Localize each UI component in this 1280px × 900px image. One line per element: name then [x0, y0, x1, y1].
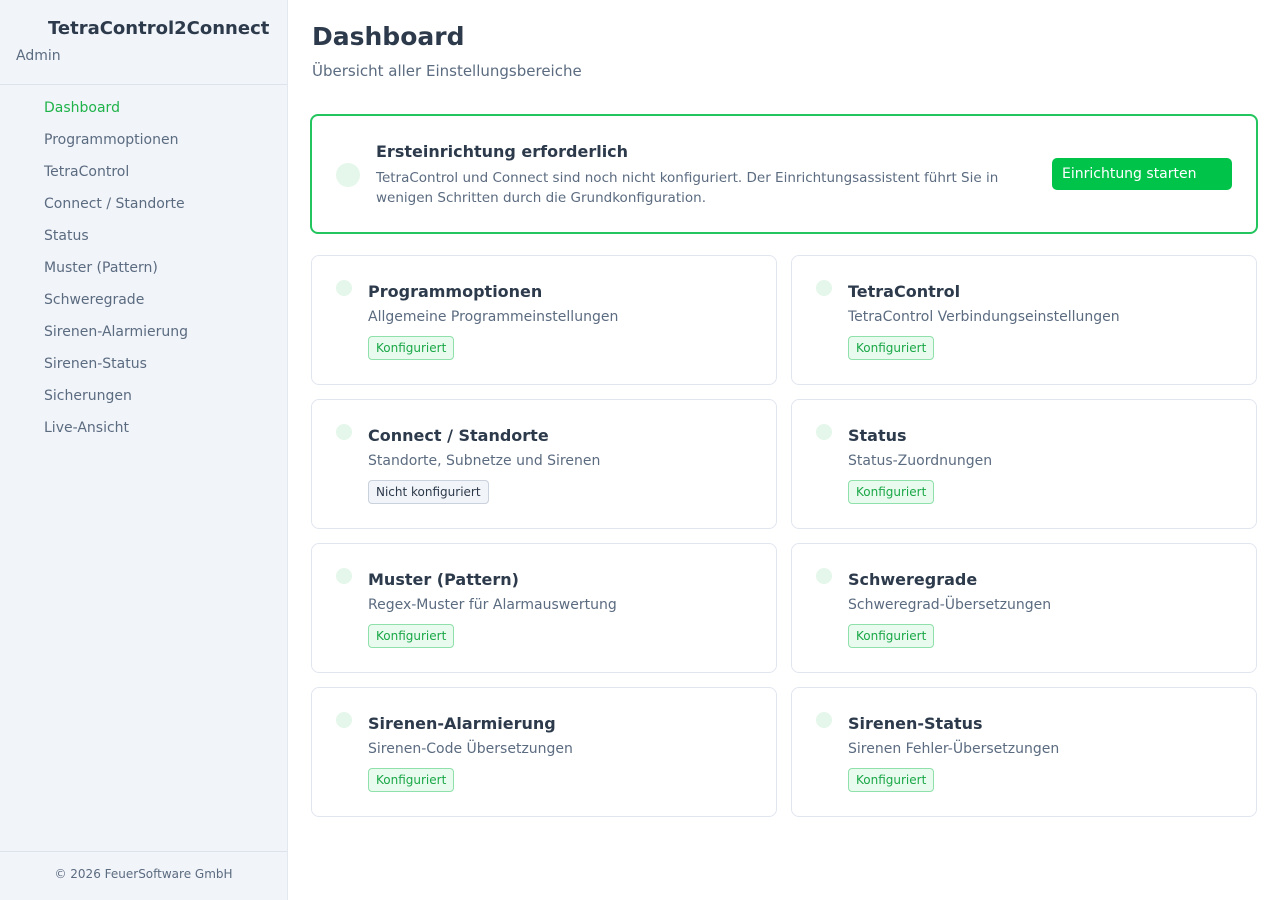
- user-role: Admin: [16, 48, 61, 64]
- card-tetracontrol[interactable]: TetraControl TetraControl Verbindungsein…: [791, 255, 1257, 385]
- card-sirenen-alarmierung[interactable]: Sirenen-Alarmierung Sirenen-Code Überset…: [311, 687, 777, 817]
- footer-divider: [0, 851, 287, 852]
- sidebar-item-schweregrade[interactable]: Schweregrade: [44, 290, 188, 322]
- card-description: Status-Zuordnungen: [848, 453, 993, 469]
- card-description: Schweregrad-Übersetzungen: [848, 597, 1052, 613]
- sidebar-item-sirenen-alarmierung[interactable]: Sirenen-Alarmierung: [44, 322, 188, 354]
- page-title: Dashboard: [312, 22, 465, 51]
- sidebar-item-sicherungen[interactable]: Sicherungen: [44, 386, 188, 418]
- status-badge: Konfiguriert: [848, 336, 935, 360]
- sidebar-item-dashboard[interactable]: Dashboard: [44, 98, 188, 130]
- card-sirenen-status[interactable]: Sirenen-Status Sirenen Fehler-Übersetzun…: [791, 687, 1257, 817]
- sidebar-item-connect-standorte[interactable]: Connect / Standorte: [44, 194, 188, 226]
- card-title: Schweregrade: [848, 570, 978, 589]
- status-badge: Konfiguriert: [848, 768, 935, 792]
- setup-status-icon: [336, 163, 360, 187]
- sidebar-item-sirenen-status[interactable]: Sirenen-Status: [44, 354, 188, 386]
- card-schweregrade[interactable]: Schweregrade Schweregrad-Übersetzungen K…: [791, 543, 1257, 673]
- card-title: Sirenen-Alarmierung: [368, 714, 556, 733]
- app-title: TetraControl2Connect: [48, 18, 270, 39]
- copyright-footer: © 2026 FeuerSoftware GmbH: [54, 867, 233, 881]
- card-title: Sirenen-Status: [848, 714, 983, 733]
- card-description: Standorte, Subnetze und Sirenen: [368, 453, 601, 469]
- sidebar-item-live-ansicht[interactable]: Live-Ansicht: [44, 418, 188, 450]
- status-badge: Konfiguriert: [368, 624, 455, 648]
- sidebar-item-status[interactable]: Status: [44, 226, 188, 258]
- card-description: Sirenen Fehler-Übersetzungen: [848, 741, 1060, 757]
- sidebar: TetraControl2Connect Admin Dashboard Pro…: [0, 0, 288, 900]
- status-dot-icon: [816, 280, 832, 296]
- sidebar-item-muster[interactable]: Muster (Pattern): [44, 258, 188, 290]
- card-programmoptionen[interactable]: Programmoptionen Allgemeine Programmeins…: [311, 255, 777, 385]
- status-dot-icon: [816, 424, 832, 440]
- sidebar-nav: Dashboard Programmoptionen TetraControl …: [44, 98, 188, 450]
- card-title: Programmoptionen: [368, 282, 543, 301]
- sidebar-item-tetracontrol[interactable]: TetraControl: [44, 162, 188, 194]
- status-badge: Nicht konfiguriert: [368, 480, 489, 504]
- card-title: Muster (Pattern): [368, 570, 519, 589]
- card-description: TetraControl Verbindungseinstellungen: [848, 309, 1120, 325]
- setup-title: Ersteinrichtung erforderlich: [376, 142, 629, 161]
- card-description: Regex-Muster für Alarmauswertung: [368, 597, 617, 613]
- sidebar-item-programmoptionen[interactable]: Programmoptionen: [44, 130, 188, 162]
- status-badge: Konfiguriert: [368, 336, 455, 360]
- card-title: Status: [848, 426, 907, 445]
- status-dot-icon: [816, 712, 832, 728]
- status-dot-icon: [336, 568, 352, 584]
- card-description: Sirenen-Code Übersetzungen: [368, 741, 573, 757]
- page-subtitle: Übersicht aller Einstellungsbereiche: [312, 62, 582, 80]
- status-dot-icon: [336, 712, 352, 728]
- card-title: TetraControl: [848, 282, 961, 301]
- status-dot-icon: [336, 280, 352, 296]
- card-connect-standorte[interactable]: Connect / Standorte Standorte, Subnetze …: [311, 399, 777, 529]
- setup-description: TetraControl und Connect sind noch nicht…: [376, 170, 999, 206]
- card-title: Connect / Standorte: [368, 426, 549, 445]
- sidebar-divider: [0, 84, 287, 85]
- start-setup-button[interactable]: Einrichtung starten: [1052, 158, 1232, 190]
- status-badge: Konfiguriert: [848, 480, 935, 504]
- setup-required-banner: Ersteinrichtung erforderlich TetraContro…: [310, 114, 1258, 234]
- status-badge: Konfiguriert: [848, 624, 935, 648]
- status-dot-icon: [816, 568, 832, 584]
- card-status[interactable]: Status Status-Zuordnungen Konfiguriert: [791, 399, 1257, 529]
- card-muster[interactable]: Muster (Pattern) Regex-Muster für Alarma…: [311, 543, 777, 673]
- card-description: Allgemeine Programmeinstellungen: [368, 309, 619, 325]
- status-dot-icon: [336, 424, 352, 440]
- status-badge: Konfiguriert: [368, 768, 455, 792]
